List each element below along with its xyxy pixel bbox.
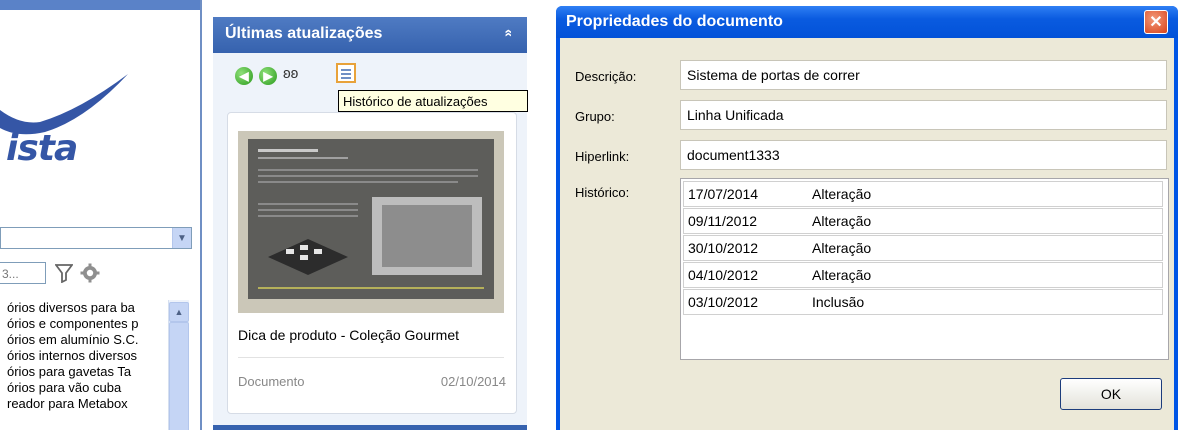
thumbnail-image	[248, 139, 494, 299]
history-row[interactable]: 03/10/2012 Inclusão	[683, 289, 1163, 315]
history-row[interactable]: 09/11/2012 Alteração	[683, 208, 1163, 234]
back-icon[interactable]: ◀	[235, 67, 253, 85]
left-header-bar	[0, 0, 200, 10]
next-panel-header	[213, 425, 527, 430]
grupo-label: Grupo:	[575, 109, 615, 124]
history-action: Alteração	[812, 240, 872, 256]
descricao-field[interactable]: Sistema de portas de correr	[680, 60, 1167, 90]
history-date: 09/11/2012	[688, 213, 758, 229]
category-combo[interactable]: ▼	[0, 227, 192, 249]
history-row[interactable]: 17/07/2014 Alteração	[683, 181, 1163, 207]
left-panel: ista ▼ 3... órios diversos para ba órios…	[0, 0, 202, 430]
history-row[interactable]: 30/10/2012 Alteração	[683, 235, 1163, 261]
list-item[interactable]: órios em alumínio S.C.	[0, 332, 168, 348]
list-scrollbar[interactable]: ▲	[168, 300, 189, 430]
category-list: órios diversos para ba órios e component…	[0, 300, 168, 430]
history-date: 30/10/2012	[688, 240, 759, 256]
history-action: Alteração	[812, 213, 872, 229]
chevron-up-icon[interactable]: ▲	[169, 302, 189, 322]
list-item[interactable]: órios para vão cuba	[0, 380, 168, 396]
descricao-label: Descrição:	[575, 69, 637, 84]
tooltip: Histórico de atualizações	[338, 90, 528, 112]
card-title[interactable]: Dica de produto - Coleção Gourmet	[238, 327, 459, 343]
history-action: Alteração	[812, 267, 872, 283]
list-item[interactable]: órios diversos para ba	[0, 300, 168, 316]
logo-text: ista	[6, 128, 78, 169]
history-date: 17/07/2014	[688, 186, 759, 202]
history-row[interactable]: 04/10/2012 Alteração	[683, 262, 1163, 288]
history-action: Alteração	[812, 186, 872, 202]
panel-title: Últimas atualizações	[225, 25, 383, 42]
hiperlink-label: Hiperlink:	[575, 149, 630, 164]
list-item[interactable]: órios internos diversos	[0, 348, 168, 364]
historico-label: Histórico:	[575, 185, 630, 200]
dialog-body: Descrição: Sistema de portas de correr G…	[560, 38, 1174, 430]
collapse-icon[interactable]: »	[499, 23, 515, 43]
list-item[interactable]: órios e componentes p	[0, 316, 168, 332]
dialog-title: Propriedades do documento	[566, 13, 783, 30]
updates-panel-header: Últimas atualizações »	[213, 17, 527, 53]
search-input[interactable]: 3...	[0, 262, 46, 284]
update-card[interactable]: Dica de produto - Coleção Gourmet Docume…	[227, 112, 517, 414]
filter-icon[interactable]	[55, 263, 73, 283]
history-icon[interactable]	[336, 63, 356, 83]
dialog-titlebar[interactable]: Propriedades do documento ✕	[556, 6, 1178, 38]
card-divider	[238, 357, 504, 358]
document-properties-dialog: Propriedades do documento ✕ Descrição: S…	[556, 6, 1178, 430]
thumbnail-graphic	[248, 139, 494, 299]
history-date: 03/10/2012	[688, 294, 759, 310]
history-date: 04/10/2012	[688, 267, 759, 283]
updates-panel: Últimas atualizações » ◀ ▶ ʚʚ Histórico …	[213, 17, 528, 430]
history-action: Inclusão	[812, 294, 865, 310]
card-type: Documento	[238, 374, 305, 389]
scrollbar-thumb[interactable]	[169, 322, 189, 430]
document-thumbnail[interactable]	[238, 131, 504, 313]
hiperlink-field[interactable]: document1333	[680, 140, 1167, 170]
gear-icon[interactable]	[80, 263, 100, 283]
glasses-icon[interactable]: ʚʚ	[283, 65, 298, 82]
list-item[interactable]: órios para gavetas Ta	[0, 364, 168, 380]
ok-button[interactable]: OK	[1060, 378, 1162, 410]
history-list[interactable]: 17/07/2014 Alteração 09/11/2012 Alteraçã…	[680, 178, 1169, 360]
close-icon[interactable]: ✕	[1144, 10, 1168, 34]
grupo-field[interactable]: Linha Unificada	[680, 100, 1167, 130]
list-item[interactable]: reador para Metabox	[0, 396, 168, 412]
chevron-down-icon[interactable]: ▼	[172, 228, 191, 248]
card-date: 02/10/2014	[440, 374, 506, 389]
forward-icon[interactable]: ▶	[259, 67, 277, 85]
